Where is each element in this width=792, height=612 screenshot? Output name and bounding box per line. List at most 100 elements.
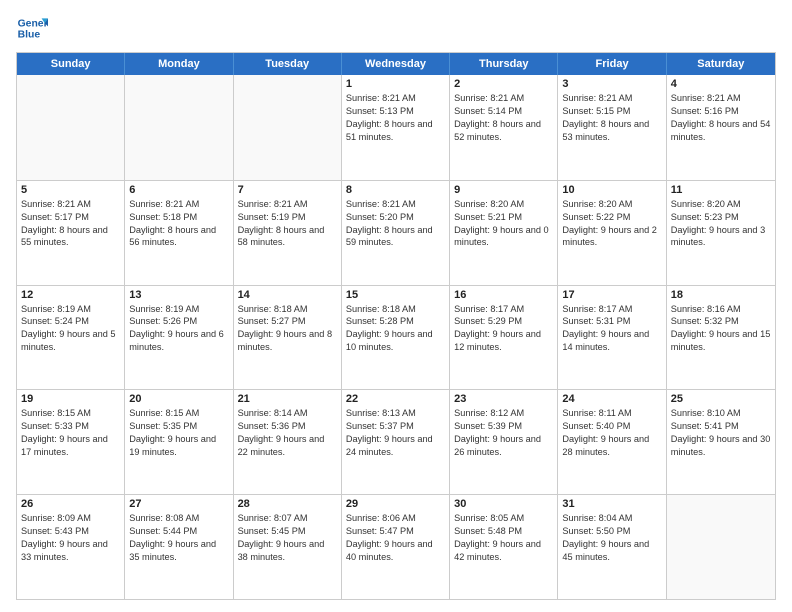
sunset-text: Sunset: 5:13 PM xyxy=(346,105,445,118)
day-number: 15 xyxy=(346,289,445,301)
sunrise-text: Sunrise: 8:16 AM xyxy=(671,303,771,316)
calendar-cell: 11Sunrise: 8:20 AMSunset: 5:23 PMDayligh… xyxy=(667,181,775,285)
sunset-text: Sunset: 5:22 PM xyxy=(562,211,661,224)
sunrise-text: Sunrise: 8:15 AM xyxy=(129,407,228,420)
logo-icon: General Blue xyxy=(16,12,48,44)
daylight-text: Daylight: 9 hours and 2 minutes. xyxy=(562,224,661,250)
sunrise-text: Sunrise: 8:05 AM xyxy=(454,512,553,525)
sunset-text: Sunset: 5:21 PM xyxy=(454,211,553,224)
sunset-text: Sunset: 5:29 PM xyxy=(454,315,553,328)
day-number: 9 xyxy=(454,184,553,196)
sunset-text: Sunset: 5:36 PM xyxy=(238,420,337,433)
day-number: 24 xyxy=(562,393,661,405)
daylight-text: Daylight: 8 hours and 54 minutes. xyxy=(671,118,771,144)
daylight-text: Daylight: 8 hours and 58 minutes. xyxy=(238,224,337,250)
sunset-text: Sunset: 5:23 PM xyxy=(671,211,771,224)
day-number: 12 xyxy=(21,289,120,301)
daylight-text: Daylight: 9 hours and 24 minutes. xyxy=(346,433,445,459)
sunset-text: Sunset: 5:33 PM xyxy=(21,420,120,433)
daylight-text: Daylight: 9 hours and 30 minutes. xyxy=(671,433,771,459)
sunrise-text: Sunrise: 8:17 AM xyxy=(562,303,661,316)
sunrise-text: Sunrise: 8:11 AM xyxy=(562,407,661,420)
sunrise-text: Sunrise: 8:21 AM xyxy=(562,92,661,105)
day-number: 11 xyxy=(671,184,771,196)
sunrise-text: Sunrise: 8:09 AM xyxy=(21,512,120,525)
svg-text:Blue: Blue xyxy=(18,30,41,41)
daylight-text: Daylight: 9 hours and 0 minutes. xyxy=(454,224,553,250)
calendar-cell: 17Sunrise: 8:17 AMSunset: 5:31 PMDayligh… xyxy=(558,286,666,390)
sunset-text: Sunset: 5:50 PM xyxy=(562,525,661,538)
day-number: 3 xyxy=(562,78,661,90)
calendar-row: 5Sunrise: 8:21 AMSunset: 5:17 PMDaylight… xyxy=(17,180,775,285)
daylight-text: Daylight: 8 hours and 55 minutes. xyxy=(21,224,120,250)
sunset-text: Sunset: 5:45 PM xyxy=(238,525,337,538)
weekday-header: Friday xyxy=(558,53,666,75)
sunrise-text: Sunrise: 8:10 AM xyxy=(671,407,771,420)
logo: General Blue xyxy=(16,12,48,44)
daylight-text: Daylight: 9 hours and 28 minutes. xyxy=(562,433,661,459)
daylight-text: Daylight: 9 hours and 5 minutes. xyxy=(21,328,120,354)
calendar-row: 19Sunrise: 8:15 AMSunset: 5:33 PMDayligh… xyxy=(17,389,775,494)
sunrise-text: Sunrise: 8:21 AM xyxy=(346,92,445,105)
calendar-cell: 2Sunrise: 8:21 AMSunset: 5:14 PMDaylight… xyxy=(450,75,558,180)
sunset-text: Sunset: 5:32 PM xyxy=(671,315,771,328)
daylight-text: Daylight: 9 hours and 15 minutes. xyxy=(671,328,771,354)
sunrise-text: Sunrise: 8:20 AM xyxy=(671,198,771,211)
weekday-header: Monday xyxy=(125,53,233,75)
sunset-text: Sunset: 5:14 PM xyxy=(454,105,553,118)
daylight-text: Daylight: 9 hours and 10 minutes. xyxy=(346,328,445,354)
calendar-cell xyxy=(125,75,233,180)
sunrise-text: Sunrise: 8:07 AM xyxy=(238,512,337,525)
sunrise-text: Sunrise: 8:20 AM xyxy=(454,198,553,211)
calendar-cell: 12Sunrise: 8:19 AMSunset: 5:24 PMDayligh… xyxy=(17,286,125,390)
daylight-text: Daylight: 9 hours and 22 minutes. xyxy=(238,433,337,459)
daylight-text: Daylight: 9 hours and 17 minutes. xyxy=(21,433,120,459)
weekday-header: Thursday xyxy=(450,53,558,75)
daylight-text: Daylight: 9 hours and 42 minutes. xyxy=(454,538,553,564)
sunset-text: Sunset: 5:31 PM xyxy=(562,315,661,328)
sunrise-text: Sunrise: 8:21 AM xyxy=(238,198,337,211)
day-number: 18 xyxy=(671,289,771,301)
sunrise-text: Sunrise: 8:12 AM xyxy=(454,407,553,420)
sunset-text: Sunset: 5:35 PM xyxy=(129,420,228,433)
weekday-header: Tuesday xyxy=(234,53,342,75)
day-number: 7 xyxy=(238,184,337,196)
sunset-text: Sunset: 5:47 PM xyxy=(346,525,445,538)
calendar-cell: 6Sunrise: 8:21 AMSunset: 5:18 PMDaylight… xyxy=(125,181,233,285)
calendar-cell xyxy=(667,495,775,599)
sunset-text: Sunset: 5:16 PM xyxy=(671,105,771,118)
day-number: 1 xyxy=(346,78,445,90)
calendar-cell: 30Sunrise: 8:05 AMSunset: 5:48 PMDayligh… xyxy=(450,495,558,599)
sunrise-text: Sunrise: 8:21 AM xyxy=(454,92,553,105)
sunrise-text: Sunrise: 8:18 AM xyxy=(346,303,445,316)
daylight-text: Daylight: 8 hours and 59 minutes. xyxy=(346,224,445,250)
day-number: 2 xyxy=(454,78,553,90)
day-number: 6 xyxy=(129,184,228,196)
sunrise-text: Sunrise: 8:21 AM xyxy=(346,198,445,211)
sunset-text: Sunset: 5:40 PM xyxy=(562,420,661,433)
sunset-text: Sunset: 5:18 PM xyxy=(129,211,228,224)
day-number: 5 xyxy=(21,184,120,196)
calendar-cell: 10Sunrise: 8:20 AMSunset: 5:22 PMDayligh… xyxy=(558,181,666,285)
calendar-row: 1Sunrise: 8:21 AMSunset: 5:13 PMDaylight… xyxy=(17,75,775,180)
day-number: 17 xyxy=(562,289,661,301)
daylight-text: Daylight: 9 hours and 19 minutes. xyxy=(129,433,228,459)
calendar-cell: 31Sunrise: 8:04 AMSunset: 5:50 PMDayligh… xyxy=(558,495,666,599)
sunrise-text: Sunrise: 8:21 AM xyxy=(21,198,120,211)
weekday-header: Wednesday xyxy=(342,53,450,75)
sunrise-text: Sunrise: 8:13 AM xyxy=(346,407,445,420)
weekday-header: Sunday xyxy=(17,53,125,75)
day-number: 21 xyxy=(238,393,337,405)
day-number: 23 xyxy=(454,393,553,405)
calendar-cell: 7Sunrise: 8:21 AMSunset: 5:19 PMDaylight… xyxy=(234,181,342,285)
calendar-cell: 20Sunrise: 8:15 AMSunset: 5:35 PMDayligh… xyxy=(125,390,233,494)
sunrise-text: Sunrise: 8:21 AM xyxy=(671,92,771,105)
calendar-cell xyxy=(17,75,125,180)
day-number: 25 xyxy=(671,393,771,405)
sunset-text: Sunset: 5:48 PM xyxy=(454,525,553,538)
day-number: 8 xyxy=(346,184,445,196)
sunset-text: Sunset: 5:20 PM xyxy=(346,211,445,224)
daylight-text: Daylight: 9 hours and 33 minutes. xyxy=(21,538,120,564)
day-number: 10 xyxy=(562,184,661,196)
sunrise-text: Sunrise: 8:06 AM xyxy=(346,512,445,525)
